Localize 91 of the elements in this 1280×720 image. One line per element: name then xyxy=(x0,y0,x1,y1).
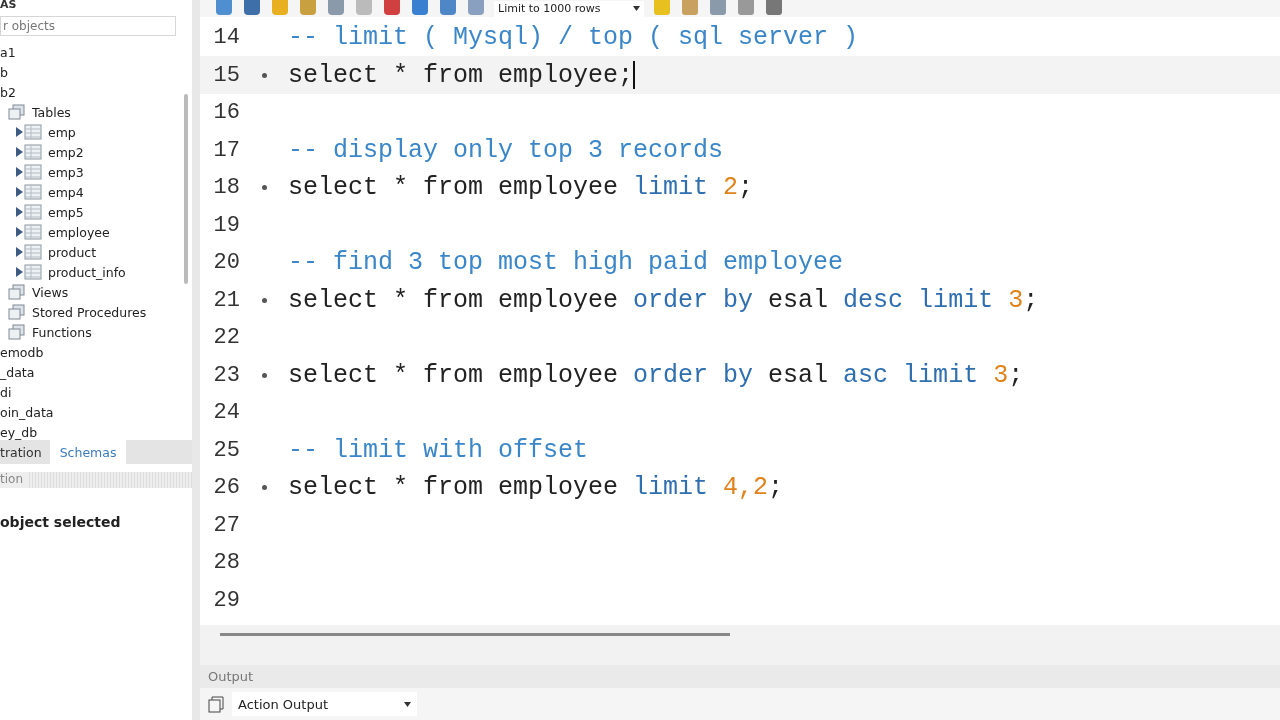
tree-item[interactable]: oin_data xyxy=(0,404,54,420)
copy-icon[interactable] xyxy=(208,695,226,714)
tree-item[interactable]: Functions xyxy=(32,324,92,340)
line-number: 17 xyxy=(212,137,240,163)
code-line: select * from employee order by esal desc limit 3; xyxy=(288,285,1039,315)
tree-item[interactable]: product xyxy=(48,244,97,260)
code-line: select * from employee limit 4,2; xyxy=(288,473,784,503)
code-line: -- find 3 top most high paid employee xyxy=(288,248,844,278)
tree-item[interactable]: _data xyxy=(0,364,35,380)
code-line: select * from employee limit 2; xyxy=(288,173,754,203)
tree-item[interactable]: product_info xyxy=(48,264,126,280)
tree-item[interactable]: emp5 xyxy=(48,204,84,220)
toolbar-icon[interactable] xyxy=(736,0,756,17)
tree-item[interactable]: Tables xyxy=(32,104,71,120)
scrollbar[interactable] xyxy=(184,94,188,284)
line-number: 16 xyxy=(212,100,240,126)
toolbar-icon[interactable] xyxy=(298,0,318,17)
expand-arrow-icon[interactable] xyxy=(16,227,24,237)
toolbar-icon[interactable] xyxy=(326,0,346,17)
line-number: 27 xyxy=(212,512,240,538)
tree-item[interactable]: employee xyxy=(48,224,110,240)
line-number: 18 xyxy=(212,175,240,201)
caret-icon xyxy=(404,701,411,707)
table-icon xyxy=(24,264,42,280)
expand-arrow-icon[interactable] xyxy=(16,147,24,157)
line-number: 15 xyxy=(212,62,240,88)
tree-item[interactable]: ey_db xyxy=(0,424,38,440)
line-number: 20 xyxy=(212,250,240,276)
tree-item[interactable]: Stored Procedures xyxy=(32,304,147,320)
toolbar-icon[interactable] xyxy=(680,0,700,17)
expand-arrow-icon[interactable] xyxy=(16,267,24,277)
tree-item[interactable]: emp4 xyxy=(48,184,84,200)
line-number: 19 xyxy=(212,212,240,238)
line-number: 26 xyxy=(212,475,240,501)
expand-arrow-icon[interactable] xyxy=(16,207,24,217)
tree-item[interactable]: emodb xyxy=(0,344,44,360)
line-number: 28 xyxy=(212,550,240,576)
caret-icon xyxy=(633,6,640,12)
sidebar-title: AS xyxy=(0,0,18,12)
toolbar-icon[interactable] xyxy=(410,0,430,17)
table-icon xyxy=(24,164,42,180)
tree-item[interactable]: b xyxy=(0,64,8,80)
tree-item[interactable]: di xyxy=(0,384,12,400)
line-number: 25 xyxy=(212,437,240,463)
info-message: object selected xyxy=(0,514,122,530)
output-dropdown[interactable]: Action Output xyxy=(232,692,417,717)
limit-dropdown[interactable]: Limit to 1000 rows xyxy=(494,0,644,17)
folder-icon xyxy=(8,304,26,320)
panel-header: tion xyxy=(0,472,27,488)
table-icon xyxy=(24,184,42,200)
toolbar-icon[interactable] xyxy=(438,0,458,17)
scrollbar[interactable] xyxy=(220,633,730,637)
toolbar-icon[interactable] xyxy=(466,0,486,17)
expand-arrow-icon[interactable] xyxy=(16,247,24,257)
table-icon xyxy=(24,144,42,160)
table-icon xyxy=(24,204,42,220)
tree-item[interactable]: b2 xyxy=(0,84,16,100)
code-line: -- limit with offset xyxy=(288,435,589,465)
toolbar-icon[interactable] xyxy=(214,0,234,17)
table-icon xyxy=(24,124,42,140)
tree-item[interactable]: a1 xyxy=(0,44,16,60)
tree-item[interactable]: emp xyxy=(48,124,76,140)
toolbar-icon[interactable] xyxy=(764,0,784,17)
toolbar-icon[interactable] xyxy=(708,0,728,17)
expand-arrow-icon[interactable] xyxy=(16,167,24,177)
folder-icon xyxy=(8,284,26,300)
tree-item[interactable]: emp3 xyxy=(48,164,84,180)
toolbar-icon[interactable] xyxy=(382,0,402,17)
panel-header: Output xyxy=(208,668,254,684)
sidebar-tab[interactable]: Schemas xyxy=(49,440,127,464)
code-line: select * from employee order by esal asc limit 3; xyxy=(288,360,1024,390)
folder-icon xyxy=(8,104,26,120)
line-number: 24 xyxy=(212,400,240,426)
line-number: 21 xyxy=(212,287,240,313)
code-line: -- limit ( Mysql) / top ( sql server ) xyxy=(288,23,859,53)
expand-arrow-icon[interactable] xyxy=(16,187,24,197)
line-number: 23 xyxy=(212,362,240,388)
table-icon xyxy=(24,244,42,260)
code-line: -- display only top 3 records xyxy=(288,135,724,165)
text-cursor xyxy=(633,61,636,90)
toolbar-icon[interactable] xyxy=(242,0,262,17)
line-number: 14 xyxy=(212,25,240,51)
code-line: select * from employee; xyxy=(288,60,634,90)
folder-icon xyxy=(8,324,26,340)
line-number: 22 xyxy=(212,325,240,351)
table-icon xyxy=(24,224,42,240)
filter-field[interactable]: r objects xyxy=(0,16,176,36)
line-number: 29 xyxy=(212,587,240,613)
expand-arrow-icon[interactable] xyxy=(16,127,24,137)
tree-item[interactable]: emp2 xyxy=(48,144,84,160)
tree-item[interactable]: Views xyxy=(32,284,69,300)
